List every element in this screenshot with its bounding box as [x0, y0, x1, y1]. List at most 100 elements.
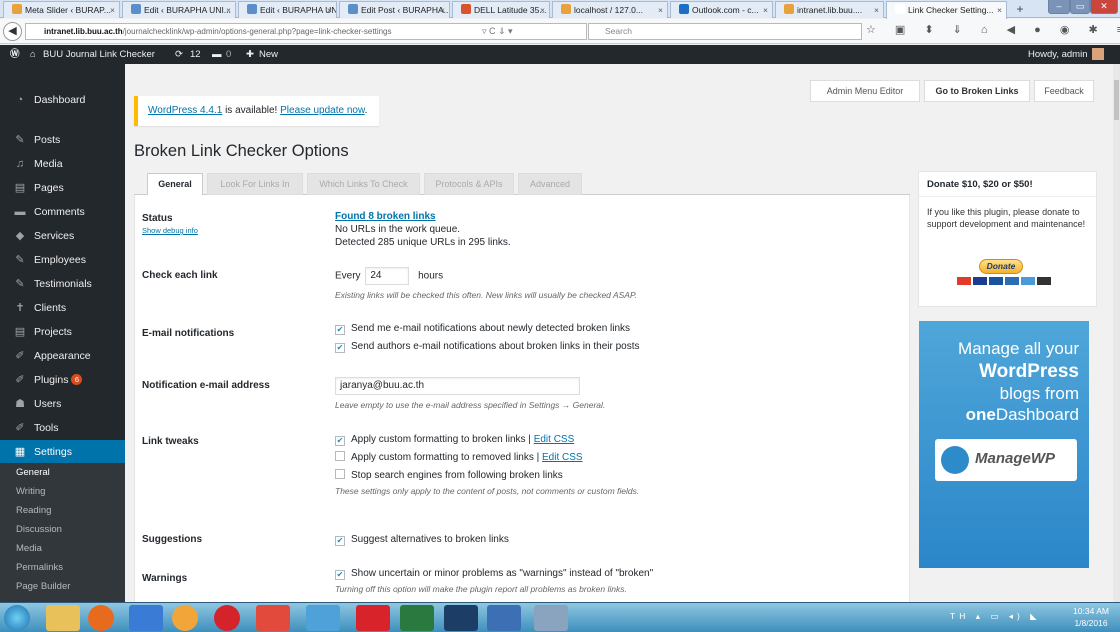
close-window-button[interactable]: ✕: [1090, 0, 1118, 14]
app-icon-2[interactable]: [172, 605, 198, 631]
sidebar-item-pages[interactable]: ▤ Pages: [0, 176, 125, 200]
found-broken-links-link[interactable]: Found 8 broken links: [335, 211, 436, 222]
submenu-item-discussion[interactable]: Discussion: [0, 520, 125, 539]
paypal-donate-button[interactable]: Donate: [979, 259, 1023, 274]
browser-tab[interactable]: Edit ‹ BURAPHA UNI...×: [122, 1, 236, 18]
submenu-item-page-builder[interactable]: Page Builder: [0, 577, 125, 596]
tab-close-icon[interactable]: ×: [763, 2, 768, 18]
go-to-broken-links-button[interactable]: Go to Broken Links: [924, 80, 1030, 102]
reload-icon[interactable]: ▿ C ⇓ ▾: [482, 23, 582, 40]
browser-tab[interactable]: Edit Post ‹ BURAPHA... ×: [339, 1, 450, 18]
start-button-icon[interactable]: [4, 605, 30, 631]
tab-close-icon[interactable]: ×: [658, 2, 663, 18]
update-now-link[interactable]: Please update now: [280, 105, 365, 116]
wordpress-version-link[interactable]: WordPress 4.4.1: [148, 105, 222, 116]
sidebar-item-employees[interactable]: ✎ Employees: [0, 248, 125, 272]
show-warnings-checkbox[interactable]: ✔: [335, 570, 345, 580]
submenu-item-general[interactable]: General: [0, 463, 125, 482]
app-icon-3[interactable]: [256, 605, 290, 631]
browser-tab[interactable]: intranet.lib.buu.... ×: [775, 1, 884, 18]
maximize-button[interactable]: ▭: [1070, 0, 1090, 14]
updates-icon[interactable]: ⟳: [175, 45, 183, 64]
minimize-button[interactable]: –: [1048, 0, 1070, 14]
edit-css-removed-link[interactable]: Edit CSS: [542, 452, 583, 463]
tab-which-links[interactable]: Which Links To Check: [307, 173, 420, 195]
browser-tab[interactable]: Link Checker Setting... ×: [886, 1, 1007, 19]
tab-protocols[interactable]: Protocols & APIs: [424, 173, 514, 195]
site-name-link[interactable]: BUU Journal Link Checker: [43, 45, 155, 64]
show-debug-info-link[interactable]: Show debug info: [142, 226, 198, 235]
scrollbar-thumb[interactable]: [1114, 80, 1119, 120]
sidebar-item-appearance[interactable]: ✐ Appearance: [0, 344, 125, 368]
app-icon-4[interactable]: [306, 605, 340, 631]
managewp-ad[interactable]: Manage all your WordPress blogs from one…: [919, 321, 1089, 568]
sidebar-item-comments[interactable]: ▬ Comments: [0, 200, 125, 224]
sidebar-item-dashboard[interactable]: ◔ Dashboard: [0, 88, 125, 112]
app-icon-5[interactable]: [400, 605, 434, 631]
feedback-button[interactable]: Feedback: [1034, 80, 1094, 102]
tab-close-icon[interactable]: ×: [540, 2, 545, 18]
comments-count[interactable]: 0: [226, 45, 231, 64]
submenu-item-reading[interactable]: Reading: [0, 501, 125, 520]
app-icon-1[interactable]: [129, 605, 163, 631]
avatar[interactable]: [1092, 48, 1104, 60]
language-indicator[interactable]: TH: [950, 611, 969, 621]
hours-input[interactable]: 24: [365, 267, 410, 285]
tab-look-for-links[interactable]: Look For Links In: [207, 173, 303, 195]
tab-close-icon[interactable]: ×: [440, 2, 445, 18]
opera-icon[interactable]: [214, 605, 240, 631]
submenu-item-writing[interactable]: Writing: [0, 482, 125, 501]
comments-icon[interactable]: ▬: [212, 45, 222, 64]
tab-close-icon[interactable]: ×: [110, 2, 115, 18]
app-icon-6[interactable]: [487, 605, 521, 631]
browser-tab[interactable]: Edit ‹ BURAPHA UNI...×: [238, 1, 337, 18]
tab-general[interactable]: General: [147, 173, 203, 196]
system-tray[interactable]: TH ▴ ▭ ◂) ◣: [950, 611, 1041, 622]
app-icon-7[interactable]: [534, 605, 568, 631]
sidebar-item-testimonials[interactable]: ✎ Testimonials: [0, 272, 125, 296]
page-scrollbar[interactable]: [1113, 64, 1120, 602]
sidebar-item-plugins[interactable]: ✐ Plugins 6: [0, 368, 125, 392]
suggest-alternatives-checkbox[interactable]: ✔: [335, 536, 345, 546]
browser-tab[interactable]: Outlook.com - c... ×: [670, 1, 773, 18]
sidebar-item-projects[interactable]: ▤ Projects: [0, 320, 125, 344]
file-explorer-icon[interactable]: [46, 605, 80, 631]
tab-close-icon[interactable]: ×: [997, 2, 1002, 18]
sidebar-item-media[interactable]: ♫ Media: [0, 152, 125, 176]
sidebar-item-services[interactable]: ◆ Services: [0, 224, 125, 248]
edit-css-broken-link[interactable]: Edit CSS: [534, 434, 575, 445]
tab-close-icon[interactable]: ×: [226, 2, 231, 18]
tab-close-icon[interactable]: ×: [327, 2, 332, 18]
notify-me-checkbox[interactable]: ✔: [335, 325, 345, 335]
wordpress-logo-icon[interactable]: Ⓦ: [10, 45, 20, 64]
acrobat-icon[interactable]: [356, 605, 390, 631]
tab-close-icon[interactable]: ×: [874, 2, 879, 18]
howdy-user[interactable]: Howdy, admin: [1028, 45, 1088, 64]
search-input[interactable]: Search: [588, 23, 862, 40]
clock[interactable]: 10:34 AM 1/8/2016: [1066, 605, 1116, 629]
browser-tab[interactable]: DELL Latitude 35... ×: [452, 1, 550, 18]
admin-menu-editor-button[interactable]: Admin Menu Editor: [810, 80, 920, 102]
notify-authors-checkbox[interactable]: ✔: [335, 343, 345, 353]
sidebar-item-tools[interactable]: ✐ Tools: [0, 416, 125, 440]
email-address-input[interactable]: jaranya@buu.ac.th: [335, 377, 580, 395]
nofollow-checkbox[interactable]: [335, 469, 345, 479]
submenu-item-media[interactable]: Media: [0, 539, 125, 558]
submenu-item-permalinks[interactable]: Permalinks: [0, 558, 125, 577]
browser-toolbar-icons[interactable]: ☆ ▣ ⬍ ⇓ ⌂ ◀ ● ◉ ✱ ≡: [866, 23, 1120, 40]
photoshop-icon[interactable]: [444, 605, 478, 631]
new-content-link[interactable]: New: [259, 45, 278, 64]
sidebar-item-clients[interactable]: ✝ Clients: [0, 296, 125, 320]
new-tab-button[interactable]: +: [1011, 2, 1029, 16]
format-broken-checkbox[interactable]: ✔: [335, 436, 345, 446]
format-removed-checkbox[interactable]: [335, 451, 345, 461]
sidebar-item-settings[interactable]: ▦ Settings: [0, 440, 125, 464]
updates-count[interactable]: 12: [190, 45, 201, 64]
back-arrow-icon[interactable]: ◀: [3, 22, 22, 41]
sidebar-item-users[interactable]: ☗ Users: [0, 392, 125, 416]
firefox-icon[interactable]: [88, 605, 114, 631]
tab-advanced[interactable]: Advanced: [518, 173, 582, 195]
browser-tab[interactable]: localhost / 127.0... ×: [552, 1, 668, 18]
browser-tab[interactable]: Meta Slider ‹ BURAP... ×: [3, 1, 120, 18]
sidebar-item-posts[interactable]: ✎ Posts: [0, 128, 125, 152]
